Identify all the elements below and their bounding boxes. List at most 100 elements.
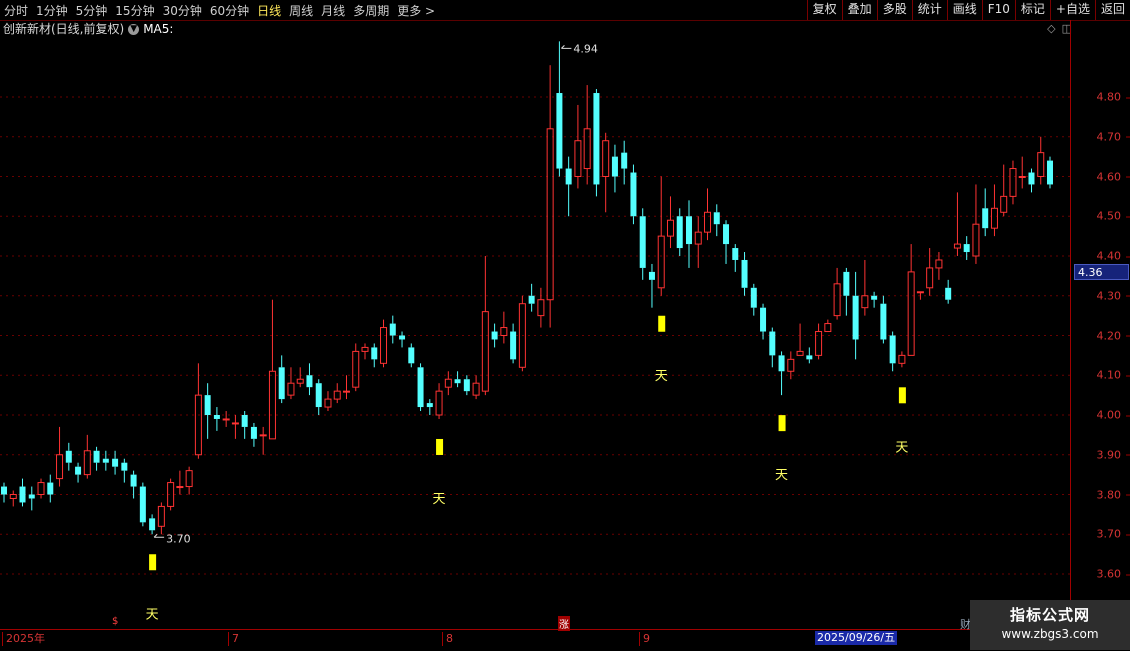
candle[interactable]	[1000, 164, 1008, 217]
candle[interactable]	[491, 323, 498, 348]
candle[interactable]	[222, 411, 230, 427]
period-tab-9[interactable]: 多周期	[353, 2, 389, 19]
candle[interactable]	[602, 132, 610, 213]
period-tab-4[interactable]: 30分钟	[163, 2, 202, 19]
candle[interactable]	[47, 474, 54, 503]
candle[interactable]	[1018, 156, 1026, 189]
candle[interactable]	[37, 478, 45, 499]
candle[interactable]	[889, 331, 896, 372]
candle[interactable]	[65, 442, 72, 471]
candle[interactable]	[241, 411, 248, 439]
diamond-icon[interactable]: ◇	[1047, 22, 1055, 35]
candle[interactable]	[56, 426, 64, 487]
candle[interactable]	[231, 415, 239, 439]
candle[interactable]	[102, 450, 109, 471]
candle[interactable]	[871, 291, 878, 308]
candlestick-chart[interactable]: 天天天天天 4.94 3.70	[0, 38, 1070, 628]
candle[interactable]	[676, 208, 683, 256]
candle[interactable]	[796, 323, 804, 356]
candle[interactable]	[750, 283, 757, 316]
candle[interactable]	[760, 303, 767, 340]
candle[interactable]	[139, 482, 146, 527]
period-tab-7[interactable]: 周线	[289, 2, 313, 19]
candle[interactable]	[259, 426, 267, 455]
candle[interactable]	[435, 383, 443, 419]
candle[interactable]	[898, 351, 906, 368]
candle[interactable]	[723, 220, 730, 264]
candle[interactable]	[630, 164, 637, 225]
candle[interactable]	[769, 327, 776, 368]
limit-up-mark[interactable]: 涨	[558, 616, 570, 631]
candle[interactable]	[157, 502, 165, 535]
candle[interactable]	[75, 462, 82, 483]
candle[interactable]	[463, 375, 470, 396]
candle[interactable]	[1028, 168, 1035, 193]
candle[interactable]	[306, 363, 313, 396]
candle[interactable]	[1037, 136, 1045, 185]
candle[interactable]	[296, 367, 304, 388]
period-tab-0[interactable]: 分时	[4, 2, 28, 19]
candle[interactable]	[250, 422, 257, 447]
candle[interactable]	[926, 248, 934, 296]
candle[interactable]	[833, 267, 841, 320]
candle[interactable]	[806, 347, 813, 364]
candle[interactable]	[518, 295, 526, 372]
candle[interactable]	[9, 490, 17, 507]
candle[interactable]	[371, 343, 378, 368]
period-tab-6[interactable]: 日线	[257, 2, 281, 19]
candle[interactable]	[621, 140, 628, 185]
period-tab-10[interactable]: 更多 >	[397, 2, 435, 19]
candle[interactable]	[213, 407, 220, 431]
candle[interactable]	[389, 315, 396, 344]
candle[interactable]	[583, 85, 591, 185]
candle[interactable]	[982, 188, 989, 237]
candle[interactable]	[713, 204, 720, 237]
candle[interactable]	[426, 399, 433, 415]
candle[interactable]	[593, 89, 600, 197]
candle[interactable]	[185, 466, 193, 495]
tool-button-8[interactable]: 返回	[1094, 0, 1130, 20]
candle[interactable]	[342, 375, 350, 400]
candle[interactable]	[500, 311, 508, 344]
candle[interactable]	[732, 244, 739, 272]
candle[interactable]	[83, 434, 91, 479]
candle[interactable]	[528, 283, 535, 312]
period-tab-3[interactable]: 15分钟	[115, 2, 154, 19]
candle[interactable]	[815, 323, 823, 360]
candle[interactable]	[28, 486, 35, 511]
candle[interactable]	[685, 200, 692, 268]
candle[interactable]	[704, 188, 712, 241]
tool-button-0[interactable]: 复权	[806, 0, 842, 20]
candle[interactable]	[546, 65, 554, 328]
candle[interactable]	[315, 379, 322, 415]
candle[interactable]	[417, 363, 424, 412]
tool-button-6[interactable]: 标记	[1014, 0, 1050, 20]
candle[interactable]	[19, 478, 26, 507]
candle[interactable]	[361, 343, 369, 360]
candle[interactable]	[268, 299, 276, 440]
candle[interactable]	[972, 184, 980, 264]
candle[interactable]	[694, 216, 702, 268]
candle[interactable]	[778, 351, 785, 396]
candle[interactable]	[861, 259, 869, 316]
candle[interactable]	[907, 244, 915, 356]
candle[interactable]	[537, 287, 545, 328]
candle[interactable]	[945, 279, 952, 304]
chevron-down-icon[interactable]: ▼	[128, 24, 140, 35]
candle[interactable]	[852, 271, 859, 360]
candle[interactable]	[481, 256, 489, 396]
candle[interactable]	[454, 371, 461, 388]
candle[interactable]	[408, 343, 415, 368]
candle[interactable]	[510, 323, 517, 364]
period-tab-5[interactable]: 60分钟	[210, 2, 249, 19]
candle[interactable]	[556, 41, 563, 177]
period-tab-8[interactable]: 月线	[321, 2, 345, 19]
candle[interactable]	[93, 446, 100, 471]
candle[interactable]	[741, 252, 748, 296]
candle[interactable]	[953, 192, 961, 256]
chart-canvas[interactable]: 天天天天天4.943.70	[0, 38, 1070, 628]
candle[interactable]	[324, 391, 332, 412]
candle[interactable]	[333, 383, 341, 404]
candle[interactable]	[880, 295, 887, 344]
candle[interactable]	[112, 450, 119, 475]
